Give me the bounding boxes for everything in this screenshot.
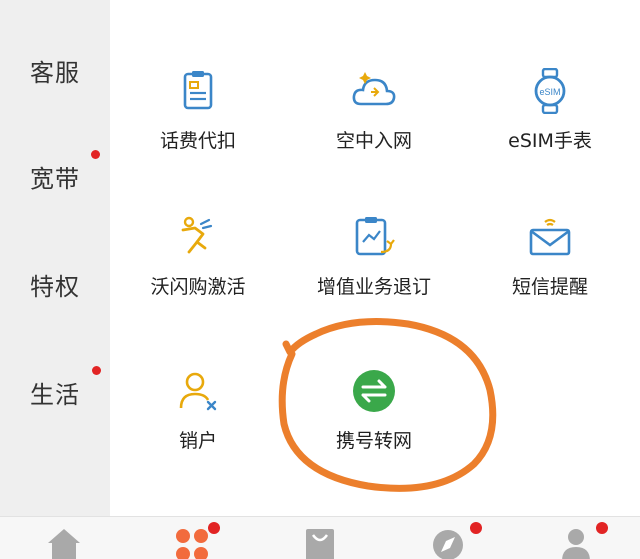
service-label: 话费代扣 (159, 130, 236, 152)
sms-envelope-icon (529, 218, 571, 256)
service-sms-reminder[interactable]: 短信提醒 (462, 214, 638, 324)
service-label: 销户 (178, 430, 217, 452)
service-label: eSIM手表 (508, 130, 592, 152)
esim-watch-icon: eSIM (534, 68, 566, 114)
service-account-cancellation[interactable]: 销户 (110, 368, 286, 478)
service-label: 短信提醒 (511, 276, 588, 298)
sidebar-item-label: 客服 (30, 58, 80, 87)
service-esim-watch[interactable]: eSIM eSIM手表 (462, 68, 638, 178)
tab-shop[interactable] (256, 517, 384, 559)
sidebar-item-customer-service[interactable]: 客服 (0, 40, 110, 100)
service-bill-deduction[interactable]: 话费代扣 (110, 68, 286, 178)
compass-icon (433, 530, 463, 559)
sidebar-badge-broadband (91, 150, 100, 159)
bottom-tab-bar (0, 516, 640, 559)
bill-clipboard-icon (183, 71, 213, 110)
sidebar-badge-life (92, 366, 101, 375)
service-label: 增值业务退订 (316, 276, 431, 298)
tab-discover[interactable] (384, 517, 512, 559)
user-icon (562, 529, 590, 559)
tab-badge (596, 522, 608, 534)
service-label: 空中入网 (335, 130, 412, 152)
tab-home[interactable] (0, 517, 128, 559)
service-label: 携号转网 (335, 430, 412, 452)
tab-services[interactable] (128, 517, 256, 559)
tab-badge (208, 522, 220, 534)
service-label: 沃闪购激活 (150, 276, 246, 298)
apps-grid-icon (176, 529, 208, 559)
running-person-icon (181, 216, 213, 254)
home-icon (48, 529, 80, 559)
sidebar-item-label: 宽带 (30, 164, 80, 193)
service-flash-purchase-activation[interactable]: 沃闪购激活 (110, 214, 286, 324)
sidebar-item-label: 生活 (30, 380, 80, 409)
sidebar-item-label: 特权 (30, 272, 80, 301)
sidebar-item-privileges[interactable]: 特权 (0, 254, 110, 314)
unsubscribe-chart-icon (355, 217, 395, 256)
tab-badge (470, 522, 482, 534)
service-number-portability[interactable]: 携号转网 (286, 368, 462, 478)
service-vas-unsubscribe[interactable]: 增值业务退订 (286, 214, 462, 324)
services-panel: 话费代扣 空中入网 eSIM eSIM手表 沃闪购激活 增值业务退订 短信提醒 … (110, 0, 640, 516)
service-air-activation[interactable]: 空中入网 (286, 68, 462, 178)
swap-arrows-icon (353, 370, 395, 412)
tab-profile[interactable] (512, 517, 640, 559)
shopping-bag-icon (306, 529, 334, 559)
svg-text:eSIM: eSIM (539, 87, 560, 97)
category-sidebar: 客服 宽带 特权 生活 (0, 0, 110, 516)
cancel-account-icon (179, 372, 217, 411)
cloud-sparkle-icon (352, 72, 396, 106)
